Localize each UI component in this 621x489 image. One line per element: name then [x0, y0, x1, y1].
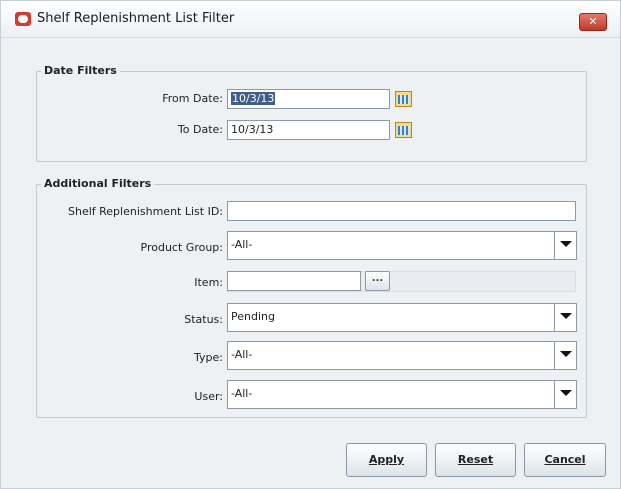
product-group-value: -All-: [231, 238, 253, 251]
chevron-down-icon[interactable]: [554, 342, 576, 369]
filter-dialog: Shelf Replenishment List Filter ✕ Date F…: [0, 0, 621, 489]
user-select[interactable]: -All-: [227, 380, 577, 409]
user-value: -All-: [231, 387, 253, 400]
type-select[interactable]: -All-: [227, 341, 577, 370]
status-label: Status:: [184, 313, 223, 326]
product-group-label: Product Group:: [140, 241, 223, 254]
calendar-icon[interactable]: [395, 122, 412, 138]
product-group-select[interactable]: -All-: [227, 231, 577, 260]
from-date-label: From Date:: [162, 92, 223, 105]
dialog-title: Shelf Replenishment List Filter: [37, 11, 235, 26]
cancel-button[interactable]: Cancel: [524, 443, 606, 477]
item-label: Item:: [194, 276, 223, 289]
item-input[interactable]: [227, 271, 361, 291]
to-date-label: To Date:: [177, 123, 223, 136]
chevron-down-icon[interactable]: [554, 304, 576, 331]
chevron-down-icon[interactable]: [554, 232, 576, 259]
type-value: -All-: [231, 348, 253, 361]
title-bar: Shelf Replenishment List Filter ✕: [1, 1, 620, 38]
item-lookup-button[interactable]: ...: [365, 271, 390, 291]
from-date-input[interactable]: 10/3/13: [227, 89, 390, 109]
user-label: User:: [194, 390, 223, 403]
close-button[interactable]: ✕: [579, 13, 607, 31]
type-label: Type:: [194, 351, 223, 364]
apply-button[interactable]: Apply: [346, 443, 427, 477]
reset-button[interactable]: Reset: [435, 443, 516, 477]
from-date-value: 10/3/13: [231, 92, 276, 105]
date-filters-title: Date Filters: [41, 64, 120, 77]
status-select[interactable]: Pending: [227, 303, 577, 332]
status-value: Pending: [231, 310, 275, 323]
to-date-input[interactable]: 10/3/13: [227, 120, 390, 140]
additional-filters-title: Additional Filters: [41, 177, 155, 190]
date-filters-group: Date Filters: [36, 64, 587, 162]
chevron-down-icon[interactable]: [554, 381, 576, 408]
calendar-icon[interactable]: [395, 91, 412, 107]
oracle-logo-icon: [15, 12, 31, 26]
list-id-input[interactable]: [227, 201, 576, 221]
to-date-value: 10/3/13: [231, 123, 274, 136]
list-id-label: Shelf Replenishment List ID:: [67, 205, 223, 218]
